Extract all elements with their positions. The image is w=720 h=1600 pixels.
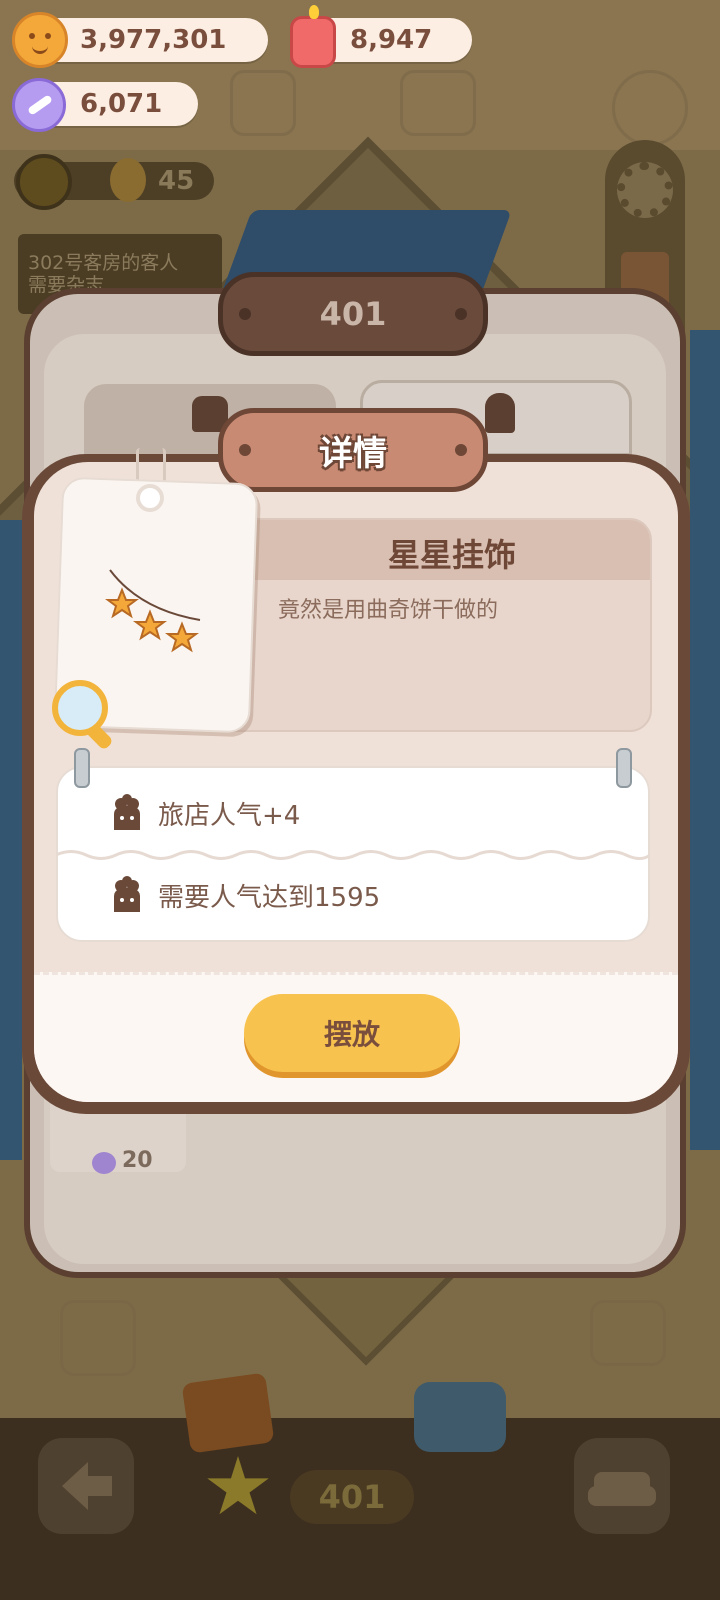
place-button-label: 摆放 — [323, 1019, 380, 1050]
paper-clip — [74, 748, 90, 788]
scene-decor-outline — [60, 1300, 136, 1376]
visitor-counter[interactable]: 45 — [14, 154, 214, 210]
quest-text-line1: 302号客房的客人 — [28, 252, 179, 274]
item-name: 星星挂饰 — [388, 536, 517, 574]
dialog-title-plate: 详情 — [218, 408, 488, 492]
duck-icon — [110, 158, 146, 202]
back-button[interactable] — [38, 1438, 134, 1534]
cake-popularity-icon — [114, 876, 140, 912]
candle-icon — [290, 5, 336, 68]
stat-requirement: 需要人气达到1595 — [110, 876, 380, 914]
candy-gem-icon — [12, 78, 66, 132]
stats-divider — [56, 850, 650, 860]
gear-icon[interactable] — [617, 162, 673, 218]
cookie-coin-icon — [12, 12, 68, 68]
back-arrow-icon — [62, 1462, 112, 1510]
stat-popularity-text: 旅店人气+4 — [158, 800, 301, 831]
room-number: 401 — [319, 295, 387, 333]
candy-gem-icon — [92, 1152, 116, 1174]
book-decor — [181, 1372, 275, 1454]
item-description: 竟然是用曲奇饼干做的 — [278, 598, 499, 623]
sign-nail — [239, 444, 251, 456]
scene-decor-outline — [400, 70, 476, 136]
scene-decor-outline — [612, 70, 688, 146]
room-number-sign: 401 — [218, 272, 488, 356]
tag-hole — [136, 484, 164, 512]
bottom-room-number-pill[interactable]: 401 — [290, 1470, 414, 1524]
scene-left-wall — [0, 520, 22, 1160]
scene-decor-outline — [230, 70, 296, 136]
magnifier-icon[interactable] — [52, 680, 108, 736]
star-garland-icon — [105, 569, 201, 653]
camera-decor — [414, 1382, 506, 1452]
stat-requirement-text: 需要人气达到1595 — [158, 882, 381, 913]
paper-clip — [616, 748, 632, 788]
sign-nail — [239, 308, 251, 320]
cake-popularity-icon — [114, 794, 140, 830]
furniture-card-price: 20 — [122, 1148, 153, 1173]
sun-icon — [16, 154, 72, 210]
dialog-title: 详情 — [319, 433, 387, 474]
item-info-box: 星星挂饰 竟然是用曲奇饼干做的 — [196, 518, 652, 732]
sign-nail — [455, 444, 467, 456]
furniture-button[interactable] — [574, 1438, 670, 1534]
place-button[interactable]: 摆放 — [244, 994, 460, 1072]
stat-popularity-bonus: 旅店人气+4 — [110, 794, 300, 832]
bottom-room-number: 401 — [318, 1478, 386, 1516]
visitor-count: 45 — [158, 166, 195, 196]
scene-decor-outline — [590, 1300, 666, 1366]
sofa-icon — [588, 1472, 656, 1506]
scene-right-wall — [690, 330, 720, 1150]
lamp-icon — [485, 393, 515, 433]
sign-nail — [455, 308, 467, 320]
